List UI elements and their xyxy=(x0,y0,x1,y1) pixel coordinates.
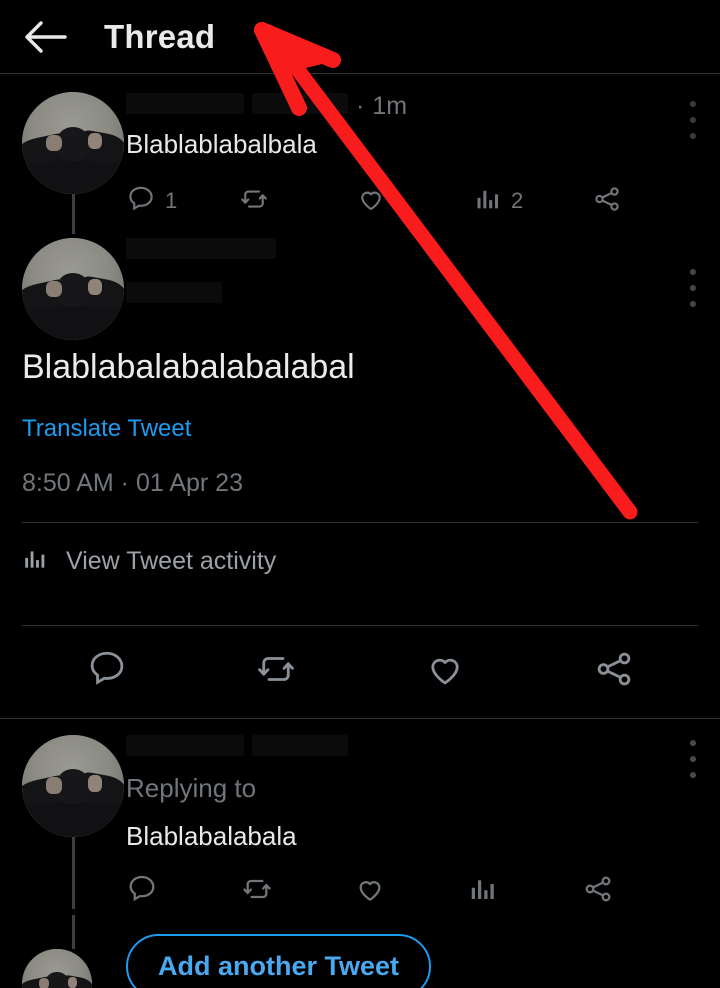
redacted-display-name xyxy=(126,734,244,756)
parent-tweet-actions: 1 2 xyxy=(126,184,688,219)
parent-tweet-time: 1m xyxy=(372,92,408,120)
avatar[interactable] xyxy=(22,948,92,988)
focused-tweet-handle xyxy=(126,282,688,312)
redacted-handle xyxy=(126,282,222,303)
like-action[interactable] xyxy=(400,627,490,717)
heart-icon xyxy=(424,648,466,695)
parent-tweet-more-button[interactable] xyxy=(688,98,698,147)
reply-tweet-body: Replying to Blablabalabala xyxy=(126,734,698,910)
reply-action[interactable]: 1 xyxy=(126,184,238,219)
analytics-icon xyxy=(474,185,502,218)
analytics-action[interactable]: 2 xyxy=(474,185,592,218)
parent-tweet-text: Blablablabalbala xyxy=(126,129,317,159)
retweet-action[interactable] xyxy=(238,184,356,219)
reply-tweet-more-button[interactable] xyxy=(688,737,698,786)
parent-tweet[interactable]: · 1m Blablablabalbala 1 2 xyxy=(0,74,720,234)
compose-row: Add another Tweet xyxy=(0,914,720,988)
retweet-action[interactable] xyxy=(231,627,321,717)
reply-icon xyxy=(126,184,156,219)
add-another-tweet-button[interactable]: Add another Tweet xyxy=(126,934,432,988)
thread-screen: Thread · 1m Blablablabalbala 1 2 Blablab… xyxy=(0,0,720,988)
reply-icon xyxy=(126,873,158,910)
focused-tweet-text: Blablabalabalabalabal xyxy=(22,348,355,386)
translate-tweet-link[interactable]: Translate Tweet xyxy=(22,415,191,443)
avatar[interactable] xyxy=(22,734,124,837)
heart-icon xyxy=(356,184,386,219)
share-icon xyxy=(592,184,622,219)
back-button[interactable] xyxy=(14,20,76,54)
parent-tweet-meta: · 1m xyxy=(126,92,688,126)
share-action[interactable] xyxy=(582,873,614,910)
thread-connector-line xyxy=(72,914,75,949)
redacted-handle xyxy=(252,734,348,756)
arrow-left-icon xyxy=(23,20,67,54)
reply-icon xyxy=(86,648,128,695)
thread-connector-line xyxy=(72,836,75,909)
share-icon xyxy=(582,873,614,910)
view-tweet-activity-label: View Tweet activity xyxy=(66,547,277,575)
share-action[interactable] xyxy=(569,627,659,717)
avatar[interactable] xyxy=(22,238,124,340)
meta-separator: · xyxy=(356,92,365,120)
reply-tweet[interactable]: Replying to Blablabalabala xyxy=(0,719,720,909)
app-header: Thread xyxy=(0,0,720,74)
parent-avatar-column xyxy=(22,92,126,234)
more-vertical-icon xyxy=(690,101,696,139)
retweet-icon xyxy=(254,648,298,695)
retweet-action[interactable] xyxy=(240,873,354,910)
tweet-timestamp: 8:50 AM · 01 Apr 23 xyxy=(22,468,243,497)
thread-connector-line xyxy=(72,194,75,234)
reply-tweet-actions xyxy=(126,873,688,910)
compose-avatar-column xyxy=(22,914,126,988)
share-action[interactable] xyxy=(592,184,622,219)
retweet-icon xyxy=(238,184,270,219)
reply-avatar-column xyxy=(22,734,126,909)
focused-tweet-content: Blablabalabalabalabal Translate Tweet 8:… xyxy=(0,342,720,718)
reply-count: 1 xyxy=(165,188,178,214)
page-title: Thread xyxy=(104,17,216,55)
heart-icon xyxy=(354,873,386,910)
redacted-display-name xyxy=(126,238,276,259)
reply-tweet-identity xyxy=(126,734,688,769)
focused-tweet-meta xyxy=(126,238,698,342)
focused-tweet-actions xyxy=(22,626,698,718)
analytics-count: 2 xyxy=(511,188,524,214)
focused-tweet-more-button[interactable] xyxy=(688,266,698,315)
focused-avatar-column xyxy=(22,238,126,342)
avatar[interactable] xyxy=(22,92,124,194)
more-vertical-icon xyxy=(690,269,696,307)
analytics-icon xyxy=(468,874,498,909)
focused-tweet-identity xyxy=(126,238,688,282)
share-icon xyxy=(593,648,635,695)
more-vertical-icon xyxy=(690,739,696,778)
like-action[interactable] xyxy=(356,184,474,219)
analytics-icon xyxy=(22,546,48,577)
redacted-display-name xyxy=(126,93,244,114)
retweet-icon xyxy=(240,873,274,910)
reply-action[interactable] xyxy=(62,627,152,717)
replying-to-label: Replying to xyxy=(126,772,257,803)
reply-action[interactable] xyxy=(126,873,240,910)
analytics-action[interactable] xyxy=(468,874,582,909)
focused-tweet-header[interactable] xyxy=(0,234,720,342)
parent-tweet-body: · 1m Blablablabalbala 1 2 xyxy=(126,92,698,234)
view-tweet-activity-row[interactable]: View Tweet activity xyxy=(22,523,698,601)
redacted-handle xyxy=(252,93,348,114)
like-action[interactable] xyxy=(354,873,468,910)
reply-tweet-text: Blablabalabala xyxy=(126,820,297,851)
